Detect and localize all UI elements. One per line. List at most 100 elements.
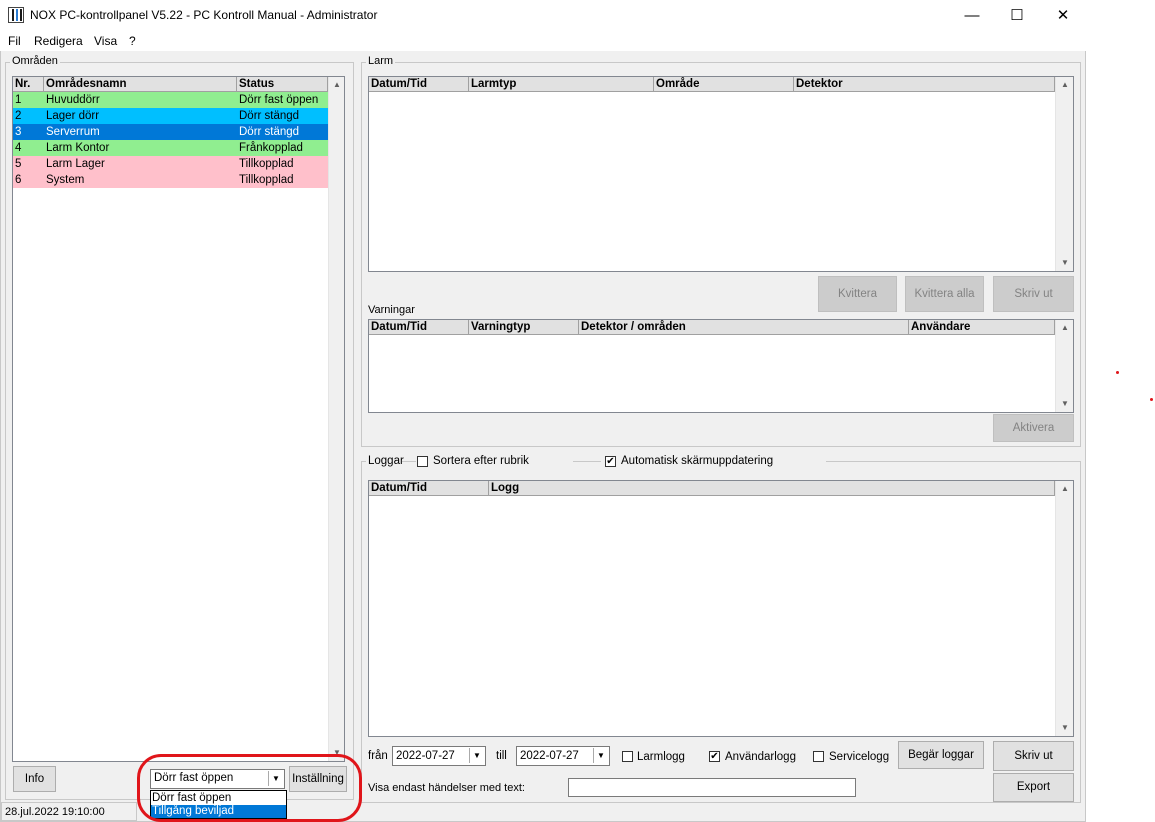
areas-list[interactable]: Nr. Områdesnamn Status 1 Huvuddörr Dörr fa… [12, 76, 345, 762]
table-cell-status: Frånkopplad [237, 140, 328, 156]
menu-redigera[interactable]: Redigera [34, 34, 83, 48]
info-button[interactable]: Info [13, 766, 56, 792]
table-cell-nr: 2 [13, 108, 44, 124]
divider [573, 461, 601, 462]
to-date-picker[interactable]: 2022-07-27 ▼ [516, 746, 610, 766]
alarms-col-datetime[interactable]: Datum/Tid [369, 77, 469, 92]
menu-bar: Fil Redigera Visa ? [0, 31, 1086, 51]
logs-col-datetime[interactable]: Datum/Tid [369, 481, 489, 496]
window-title: NOX PC-kontrollpanel V5.22 - PC Kontroll… [30, 8, 378, 22]
menu-visa[interactable]: Visa [94, 34, 117, 48]
sort-by-header-label: Sortera efter rubrik [433, 455, 529, 467]
logs-scrollbar[interactable]: ▲ ▼ [1055, 481, 1073, 736]
table-row[interactable]: 2 Lager dörr Dörr stängd [13, 108, 328, 124]
export-button[interactable]: Export [993, 773, 1074, 802]
table-cell-name: Serverrum [44, 124, 237, 140]
user-log-label: Användarlogg [725, 751, 796, 763]
alarms-scrollbar[interactable]: ▲ ▼ [1055, 77, 1073, 271]
table-cell-nr: 5 [13, 156, 44, 172]
table-cell-name: Larm Lager [44, 156, 237, 172]
title-bar: NOX PC-kontrollpanel V5.22 - PC Kontroll… [0, 0, 1086, 31]
table-row[interactable]: 3 Serverrum Dörr stängd [13, 124, 328, 140]
table-row[interactable]: 4 Larm Kontor Frånkopplad [13, 140, 328, 156]
alarms-col-type[interactable]: Larmtyp [469, 77, 654, 92]
to-label: till [496, 750, 507, 762]
scroll-down-icon[interactable]: ▼ [1057, 396, 1073, 412]
logs-print-button[interactable]: Skriv ut [993, 741, 1074, 771]
filter-input[interactable] [568, 778, 856, 797]
logs-list[interactable]: Datum/Tid Logg ▲ ▼ [368, 480, 1074, 737]
alarms-col-area[interactable]: Område [654, 77, 794, 92]
scroll-up-icon[interactable]: ▲ [1057, 320, 1073, 336]
scroll-down-icon[interactable]: ▼ [1057, 255, 1073, 271]
table-cell-name: Huvuddörr [44, 92, 237, 108]
alarm-log-label: Larmlogg [637, 751, 685, 763]
chevron-down-icon[interactable]: ▼ [469, 748, 484, 763]
filter-label: Visa endast händelser med text: [368, 782, 525, 794]
areas-group-label: Områden [10, 55, 60, 67]
request-logs-button[interactable]: Begär loggar [898, 741, 984, 769]
annotation-dot [1150, 398, 1153, 401]
logs-group-label: Loggar [368, 455, 404, 467]
from-label: från [368, 750, 388, 762]
warnings-col-datetime[interactable]: Datum/Tid [369, 320, 469, 335]
alarms-col-detector[interactable]: Detektor [794, 77, 1055, 92]
scroll-up-icon[interactable]: ▲ [1057, 77, 1073, 93]
service-log-label: Servicelogg [829, 751, 890, 763]
table-row[interactable]: 1 Huvuddörr Dörr fast öppen [13, 92, 328, 108]
activate-button[interactable]: Aktivera [993, 414, 1074, 442]
warnings-col-user[interactable]: Användare [909, 320, 1055, 335]
areas-col-status[interactable]: Status [237, 77, 328, 92]
areas-col-nr[interactable]: Nr. [13, 77, 44, 92]
to-date-value: 2022-07-27 [520, 750, 579, 762]
maximize-button[interactable]: ☐ [994, 0, 1040, 31]
alarm-log-checkbox[interactable] [622, 751, 633, 762]
status-datetime: 28.jul.2022 19:10:00 [5, 806, 105, 818]
areas-col-name[interactable]: Områdesnamn [44, 77, 237, 92]
table-cell-status: Dörr stängd [237, 124, 328, 140]
table-row[interactable]: 5 Larm Lager Tillkopplad [13, 156, 328, 172]
from-date-picker[interactable]: 2022-07-27 ▼ [392, 746, 486, 766]
warnings-list[interactable]: Datum/Tid Varningtyp Detektor / områden … [368, 319, 1074, 413]
close-button[interactable]: ✕ [1040, 0, 1086, 31]
alarms-group-label: Larm [366, 55, 396, 67]
status-bar: 28.jul.2022 19:10:00 [1, 802, 137, 821]
auto-refresh-checkbox[interactable]: ✔ [605, 456, 616, 467]
table-cell-status: Tillkopplad [237, 172, 328, 188]
menu-fil[interactable]: Fil [8, 34, 21, 48]
table-cell-status: Dörr stängd [237, 108, 328, 124]
table-cell-name: Larm Kontor [44, 140, 237, 156]
warnings-scrollbar[interactable]: ▲ ▼ [1055, 320, 1073, 412]
alarms-list[interactable]: Datum/Tid Larmtyp Område Detektor ▲ ▼ [368, 76, 1074, 272]
acknowledge-all-button[interactable]: Kvittera alla [905, 276, 984, 312]
table-cell-status: Dörr fast öppen [237, 92, 328, 108]
alarms-print-button[interactable]: Skriv ut [993, 276, 1074, 312]
table-cell-nr: 3 [13, 124, 44, 140]
table-cell-nr: 6 [13, 172, 44, 188]
areas-scrollbar[interactable]: ▲ ▼ [328, 77, 344, 761]
scroll-down-icon[interactable]: ▼ [1057, 720, 1073, 736]
table-cell-name: Lager dörr [44, 108, 237, 124]
table-cell-nr: 4 [13, 140, 44, 156]
logs-col-log[interactable]: Logg [489, 481, 1055, 496]
warnings-label: Varningar [368, 304, 415, 316]
chevron-down-icon[interactable]: ▼ [593, 748, 608, 763]
minimize-button[interactable]: — [949, 0, 995, 31]
menu-help[interactable]: ? [129, 34, 136, 48]
divider [830, 461, 1081, 462]
scroll-up-icon[interactable]: ▲ [329, 77, 345, 93]
warnings-col-type[interactable]: Varningtyp [469, 320, 579, 335]
sort-by-header-checkbox[interactable] [417, 456, 428, 467]
user-log-checkbox[interactable]: ✔ [709, 751, 720, 762]
table-cell-status: Tillkopplad [237, 156, 328, 172]
acknowledge-button[interactable]: Kvittera [818, 276, 897, 312]
scroll-up-icon[interactable]: ▲ [1057, 481, 1073, 497]
table-cell-nr: 1 [13, 92, 44, 108]
table-row[interactable]: 6 System Tillkopplad [13, 172, 328, 188]
service-log-checkbox[interactable] [813, 751, 824, 762]
annotation-highlight [137, 754, 362, 822]
table-cell-name: System [44, 172, 237, 188]
warnings-col-detector[interactable]: Detektor / områden [579, 320, 909, 335]
annotation-dot [1116, 371, 1119, 374]
divider [402, 461, 416, 462]
